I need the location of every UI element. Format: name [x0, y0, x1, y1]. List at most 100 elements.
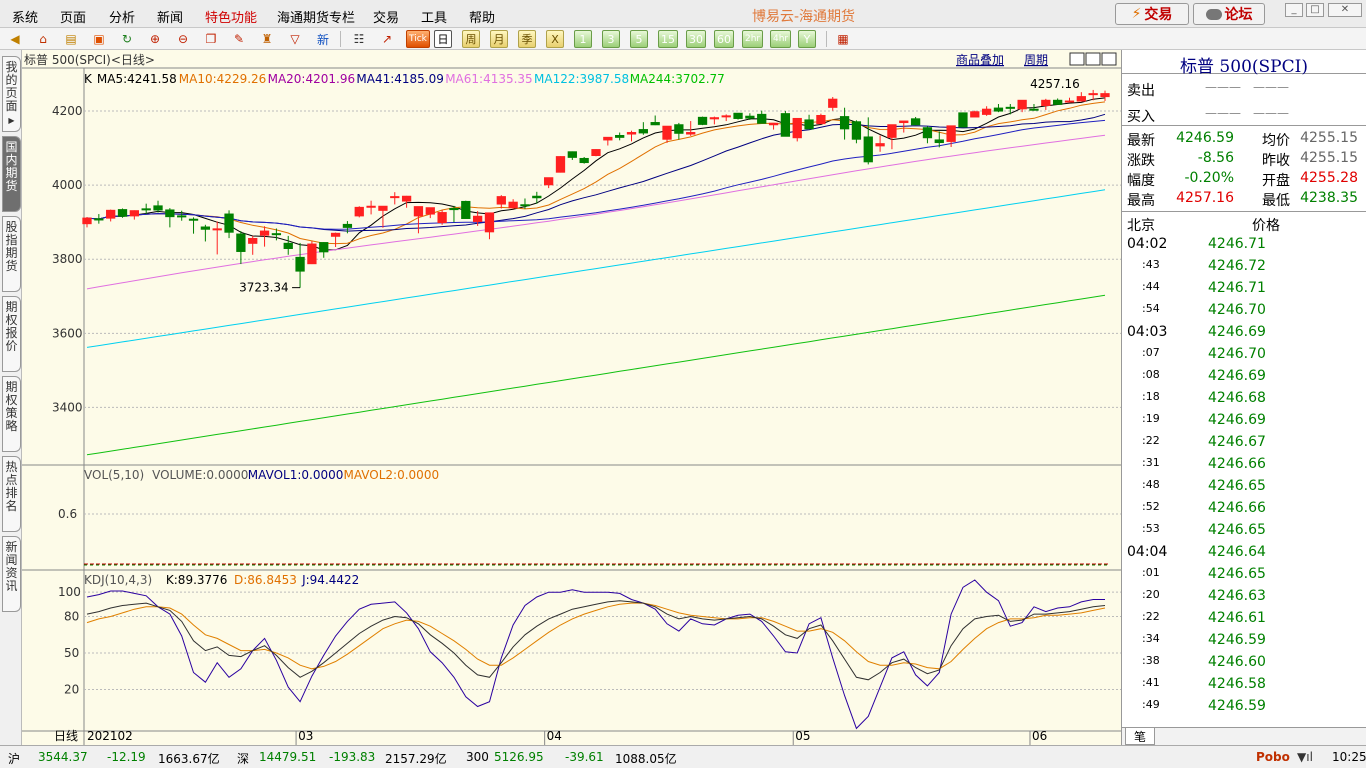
refresh-icon[interactable]: ↻ [118, 30, 136, 48]
candle [354, 206, 364, 218]
stat-value: 4255.15 [1300, 130, 1358, 146]
calendar-icon[interactable]: ▦ [834, 30, 852, 48]
sz-price: 14479.51 [259, 750, 317, 764]
tab-option-quotes[interactable]: 期权报价 [2, 296, 21, 372]
period-tick[interactable]: Tick [406, 30, 430, 48]
candle [1017, 99, 1027, 113]
menu-tools[interactable]: 工具 [421, 7, 447, 26]
candle-body [437, 212, 447, 224]
windows-icon[interactable]: ❐ [202, 30, 220, 48]
pen-icon[interactable]: ✎ [230, 30, 248, 48]
tick-time: :34 [1142, 632, 1160, 645]
filter-icon[interactable]: ▽ [286, 30, 304, 48]
candle-body [248, 237, 258, 244]
candle-body [461, 200, 471, 219]
menu-system[interactable]: 系统 [12, 7, 38, 26]
tab-my-page[interactable]: 我的页面 ▶ [2, 56, 21, 132]
stat-label: 最高 [1127, 193, 1155, 209]
period-x[interactable]: X [546, 30, 564, 48]
tick-time: :38 [1142, 654, 1160, 667]
candle [449, 205, 459, 223]
zoom-out-icon[interactable]: ⊖ [174, 30, 192, 48]
candle [709, 116, 720, 125]
menu-haitong-column[interactable]: 海通期货专栏 [277, 7, 355, 26]
tick-row: :53 4246.65 [1122, 520, 1366, 542]
period-month[interactable]: 月 [490, 30, 508, 48]
candle-body [934, 139, 944, 144]
candle-body [697, 116, 708, 125]
period-30min[interactable]: 30 [686, 30, 706, 48]
menu-analysis[interactable]: 分析 [109, 7, 135, 26]
candle-body [686, 132, 696, 135]
toolbar-separator [340, 31, 341, 47]
candlestick-chart[interactable]: 标普 500(SPCI)<日线> 商品叠加 周期 4200 4000 3800 360… [22, 50, 1121, 745]
period-3min[interactable]: 3 [602, 30, 620, 48]
period-1min[interactable]: 1 [574, 30, 592, 48]
tick-row: :22 4246.61 [1122, 608, 1366, 630]
line-chart-icon[interactable]: ↗ [378, 30, 396, 48]
tick-price: 4246.65 [1208, 478, 1266, 494]
tab-index-futures[interactable]: 股指期货 [2, 216, 21, 292]
stat-value: -0.20% [1184, 170, 1234, 186]
trade-button[interactable]: ⚡ 交易 [1115, 3, 1189, 25]
sh-label: 沪 [8, 752, 21, 766]
period-link[interactable]: 周期 [1024, 53, 1048, 67]
bell-icon[interactable]: ♜ [258, 30, 276, 48]
table-icon[interactable]: ☷ [350, 30, 368, 48]
scroll-right-icon[interactable] [1085, 52, 1101, 66]
candle [638, 122, 648, 135]
tick-time: 04:04 [1127, 544, 1168, 560]
home-icon[interactable]: ⌂ [34, 30, 52, 48]
period-quarter[interactable]: 季 [518, 30, 536, 48]
tick-price: 4246.69 [1208, 368, 1266, 384]
tab-option-strategy[interactable]: 期权策略 [2, 376, 21, 452]
period-60min[interactable]: 60 [714, 30, 734, 48]
toolbar: ◀ ⌂ ▤ ▣ ↻ ⊕ ⊖ ❐ ✎ ♜ ▽ 新 ☷ ↗ Tick 日 周 月 季… [0, 28, 1366, 50]
candle-body [626, 132, 637, 135]
candle [295, 242, 305, 288]
maximize-icon[interactable]: □ [1306, 3, 1324, 17]
price-tick-label: 3400 [52, 400, 83, 414]
candle [757, 110, 767, 124]
tab-domestic-futures[interactable]: 国内期货 [2, 136, 21, 212]
database-icon[interactable]: ▤ [62, 30, 80, 48]
menu-page[interactable]: 页面 [60, 7, 86, 26]
tab-tick-by-tick[interactable]: 笔 [1125, 728, 1155, 745]
expand-icon[interactable] [1101, 52, 1117, 66]
zoom-in-icon[interactable]: ⊕ [146, 30, 164, 48]
menu-news[interactable]: 新闻 [157, 7, 183, 26]
menu-help[interactable]: 帮助 [469, 7, 495, 26]
candle-body [366, 205, 376, 208]
date-axis-label: 06 [1032, 729, 1047, 743]
period-day[interactable]: 日 [434, 30, 452, 48]
scroll-left-icon[interactable] [1069, 52, 1085, 66]
close-icon[interactable]: ✕ [1328, 3, 1362, 17]
stat-label: 昨收 [1262, 153, 1290, 169]
chart-area[interactable]: 标普 500(SPCI)<日线> 商品叠加 周期 4200 4000 3800 360… [22, 50, 1121, 745]
ticker-icon[interactable]: ▣ [90, 30, 108, 48]
legend-item: MA5:4241.58 [97, 72, 177, 86]
tab-hot-ranking[interactable]: 热点排名 [2, 456, 21, 532]
c300-amount: 1088.05亿 [615, 752, 677, 766]
period-5min[interactable]: 5 [630, 30, 648, 48]
candle [378, 205, 388, 228]
new-icon[interactable]: 新 [314, 30, 332, 48]
period-15min[interactable]: 15 [658, 30, 678, 48]
commodity-overlay-link[interactable]: 商品叠加 [956, 52, 1004, 67]
menu-trade[interactable]: 交易 [373, 7, 399, 26]
menu-featured[interactable]: 特色功能 [205, 7, 257, 26]
period-4hr[interactable]: 4hr [770, 30, 792, 48]
period-y[interactable]: Y [798, 30, 816, 48]
tick-price: 4246.65 [1208, 522, 1266, 538]
period-2hr[interactable]: 2hr [742, 30, 764, 48]
tick-row: 04:04 4246.64 [1122, 542, 1366, 564]
forum-button[interactable]: 论坛 [1193, 3, 1265, 25]
back-arrow-icon[interactable]: ◀ [6, 30, 24, 48]
minimize-icon[interactable]: _ [1285, 3, 1303, 17]
tick-price: 4246.64 [1208, 544, 1266, 560]
sell-label: 卖出 [1127, 83, 1155, 99]
candle [591, 149, 601, 157]
tab-news[interactable]: 新闻资讯 [2, 536, 21, 612]
period-week[interactable]: 周 [462, 30, 480, 48]
candle [686, 121, 696, 136]
